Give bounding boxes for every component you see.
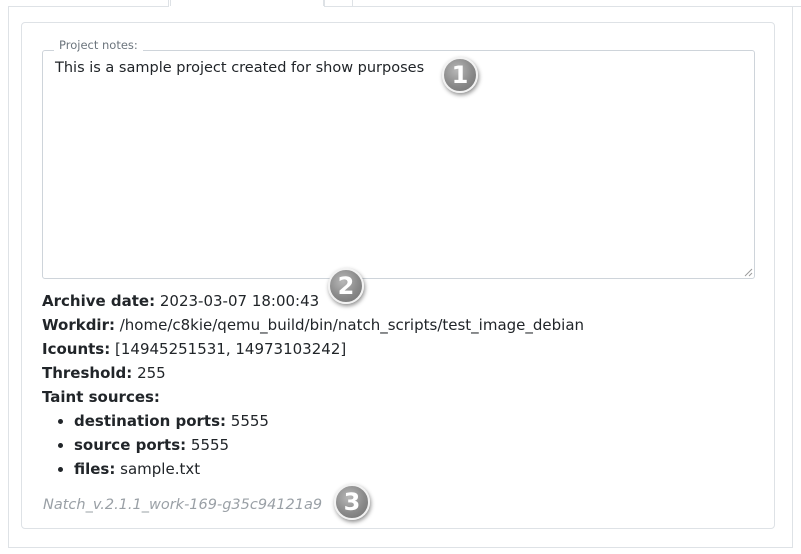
resize-handle-icon[interactable] — [744, 268, 753, 277]
list-item: files: sample.txt — [74, 457, 584, 481]
taint-source-value: 5555 — [230, 412, 269, 430]
icounts-row: Icounts: [14945251531, 14973103242] — [42, 337, 584, 361]
list-item: source ports: 5555 — [74, 433, 584, 457]
taint-sources-list: destination ports: 5555 source ports: 55… — [42, 409, 584, 481]
project-notes-text[interactable]: This is a sample project created for sho… — [55, 60, 424, 76]
project-notes-label: Project notes: — [54, 38, 143, 52]
icounts-label: Icounts: — [42, 340, 111, 358]
icounts-value: [14945251531, 14973103242] — [115, 340, 347, 358]
threshold-row: Threshold: 255 — [42, 361, 584, 385]
project-notes-textarea[interactable] — [42, 50, 755, 279]
archive-date-row: Archive date: 2023-03-07 18:00:43 — [42, 289, 584, 313]
archive-date-value: 2023-03-07 18:00:43 — [159, 292, 320, 310]
callout-marker-1: 1 — [442, 57, 478, 93]
callout-marker-3: 3 — [334, 484, 370, 520]
taint-source-value: 5555 — [190, 436, 230, 454]
taint-sources-row: Taint sources: — [42, 385, 584, 409]
archive-date-label: Archive date: — [42, 292, 156, 310]
list-item: destination ports: 5555 — [74, 409, 584, 433]
archive-info: Archive date: 2023-03-07 18:00:43 Workdi… — [42, 289, 584, 481]
workdir-value: /home/c8kie/qemu_build/bin/natch_scripts… — [119, 316, 585, 334]
workdir-label: Workdir: — [42, 316, 115, 334]
version-string: Natch_v.2.1.1_work-169-g35c94121a9 — [43, 497, 323, 513]
taint-sources-label: Taint sources: — [42, 388, 160, 406]
workdir-row: Workdir: /home/c8kie/qemu_build/bin/natc… — [42, 313, 584, 337]
threshold-value: 255 — [137, 364, 166, 382]
threshold-label: Threshold: — [42, 364, 133, 382]
callout-marker-2: 2 — [328, 268, 364, 304]
taint-source-value: sample.txt — [120, 460, 201, 478]
taint-source-label: files: — [74, 460, 116, 478]
taint-source-label: destination ports: — [74, 412, 227, 430]
taint-source-label: source ports: — [74, 436, 187, 454]
